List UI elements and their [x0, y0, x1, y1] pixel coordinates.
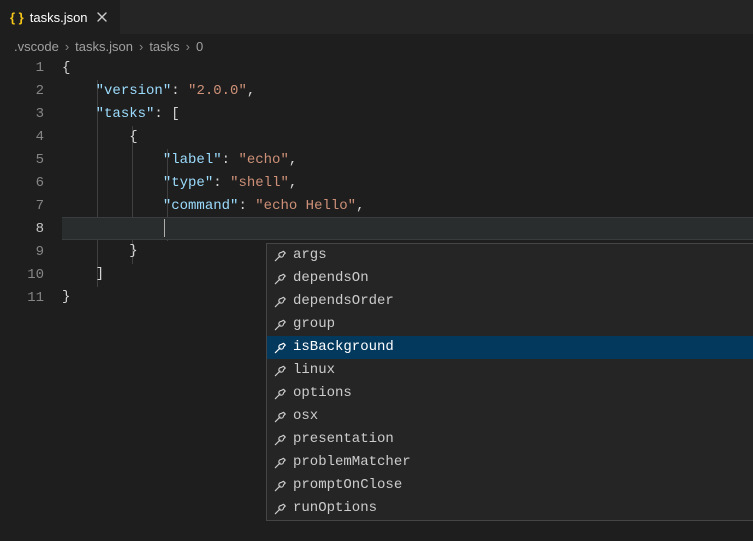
suggest-item-label: osx: [293, 405, 753, 428]
suggest-item[interactable]: osx: [267, 405, 753, 428]
wrench-icon: [271, 272, 289, 286]
line-number: 4: [0, 126, 44, 149]
text-cursor: [164, 219, 165, 237]
suggest-item-label: promptOnClose: [293, 474, 753, 497]
suggest-item[interactable]: presentation: [267, 428, 753, 451]
suggest-item-label: group: [293, 313, 753, 336]
code-line: "command": "echo Hello",: [62, 195, 753, 218]
wrench-icon: [271, 295, 289, 309]
chevron-right-icon: ›: [61, 39, 73, 54]
line-number: 1: [0, 57, 44, 80]
code-area[interactable]: { "version": "2.0.0", "tasks": [ { "labe…: [62, 57, 753, 310]
wrench-icon: [271, 364, 289, 378]
wrench-icon: [271, 502, 289, 516]
suggest-item-label: isBackground: [293, 336, 753, 359]
tab-bar: { } tasks.json: [0, 0, 753, 35]
line-number: 3: [0, 103, 44, 126]
suggest-item[interactable]: group: [267, 313, 753, 336]
breadcrumb: .vscode › tasks.json › tasks › 0: [0, 35, 753, 57]
suggest-item[interactable]: args: [267, 244, 753, 267]
wrench-icon: [271, 249, 289, 263]
suggest-item-label: dependsOrder: [293, 290, 753, 313]
suggest-item[interactable]: promptOnClose: [267, 474, 753, 497]
line-number: 11: [0, 287, 44, 310]
suggest-item[interactable]: runOptions: [267, 497, 753, 520]
breadcrumb-segment[interactable]: .vscode: [14, 39, 59, 54]
suggest-item-label: linux: [293, 359, 753, 382]
line-number: 6: [0, 172, 44, 195]
tab-tasks-json[interactable]: { } tasks.json: [0, 0, 121, 34]
chevron-right-icon: ›: [135, 39, 147, 54]
suggest-item[interactable]: isBackgroundi: [267, 336, 753, 359]
close-icon[interactable]: [94, 9, 110, 25]
breadcrumb-segment[interactable]: 0: [196, 39, 203, 54]
suggest-item-label: presentation: [293, 428, 753, 451]
breadcrumb-segment[interactable]: tasks: [149, 39, 179, 54]
wrench-icon: [271, 456, 289, 470]
suggest-item-label: args: [293, 244, 753, 267]
wrench-icon: [271, 479, 289, 493]
code-line: "type": "shell",: [62, 172, 753, 195]
code-line: {: [62, 126, 753, 149]
json-file-icon: { }: [10, 10, 24, 25]
line-number: 8: [0, 218, 44, 241]
suggest-item[interactable]: problemMatcher: [267, 451, 753, 474]
line-number: 5: [0, 149, 44, 172]
suggest-item-label: options: [293, 382, 753, 405]
suggest-item-label: dependsOn: [293, 267, 753, 290]
code-line: {: [62, 57, 753, 80]
line-number: 9: [0, 241, 44, 264]
suggest-item-label: runOptions: [293, 497, 753, 520]
chevron-right-icon: ›: [182, 39, 194, 54]
line-number-gutter: 1 2 3 4 5 6 7 8 9 10 11: [0, 57, 62, 310]
wrench-icon: [271, 341, 289, 355]
tab-filename: tasks.json: [30, 10, 88, 25]
intellisense-popup[interactable]: argsdependsOndependsOrdergroupisBackgrou…: [266, 243, 753, 521]
code-line: "version": "2.0.0",: [62, 80, 753, 103]
suggest-item[interactable]: dependsOn: [267, 267, 753, 290]
line-number: 2: [0, 80, 44, 103]
wrench-icon: [271, 410, 289, 424]
suggest-item-label: problemMatcher: [293, 451, 753, 474]
line-number: 7: [0, 195, 44, 218]
wrench-icon: [271, 433, 289, 447]
line-number: 10: [0, 264, 44, 287]
suggest-item[interactable]: dependsOrder: [267, 290, 753, 313]
breadcrumb-segment[interactable]: tasks.json: [75, 39, 133, 54]
suggest-item[interactable]: linux: [267, 359, 753, 382]
code-line: "label": "echo",: [62, 149, 753, 172]
code-line: "tasks": [: [62, 103, 753, 126]
wrench-icon: [271, 387, 289, 401]
code-editor[interactable]: 1 2 3 4 5 6 7 8 9 10 11 { "version": "2.…: [0, 57, 753, 310]
code-line[interactable]: [62, 217, 753, 240]
wrench-icon: [271, 318, 289, 332]
suggest-item[interactable]: options: [267, 382, 753, 405]
